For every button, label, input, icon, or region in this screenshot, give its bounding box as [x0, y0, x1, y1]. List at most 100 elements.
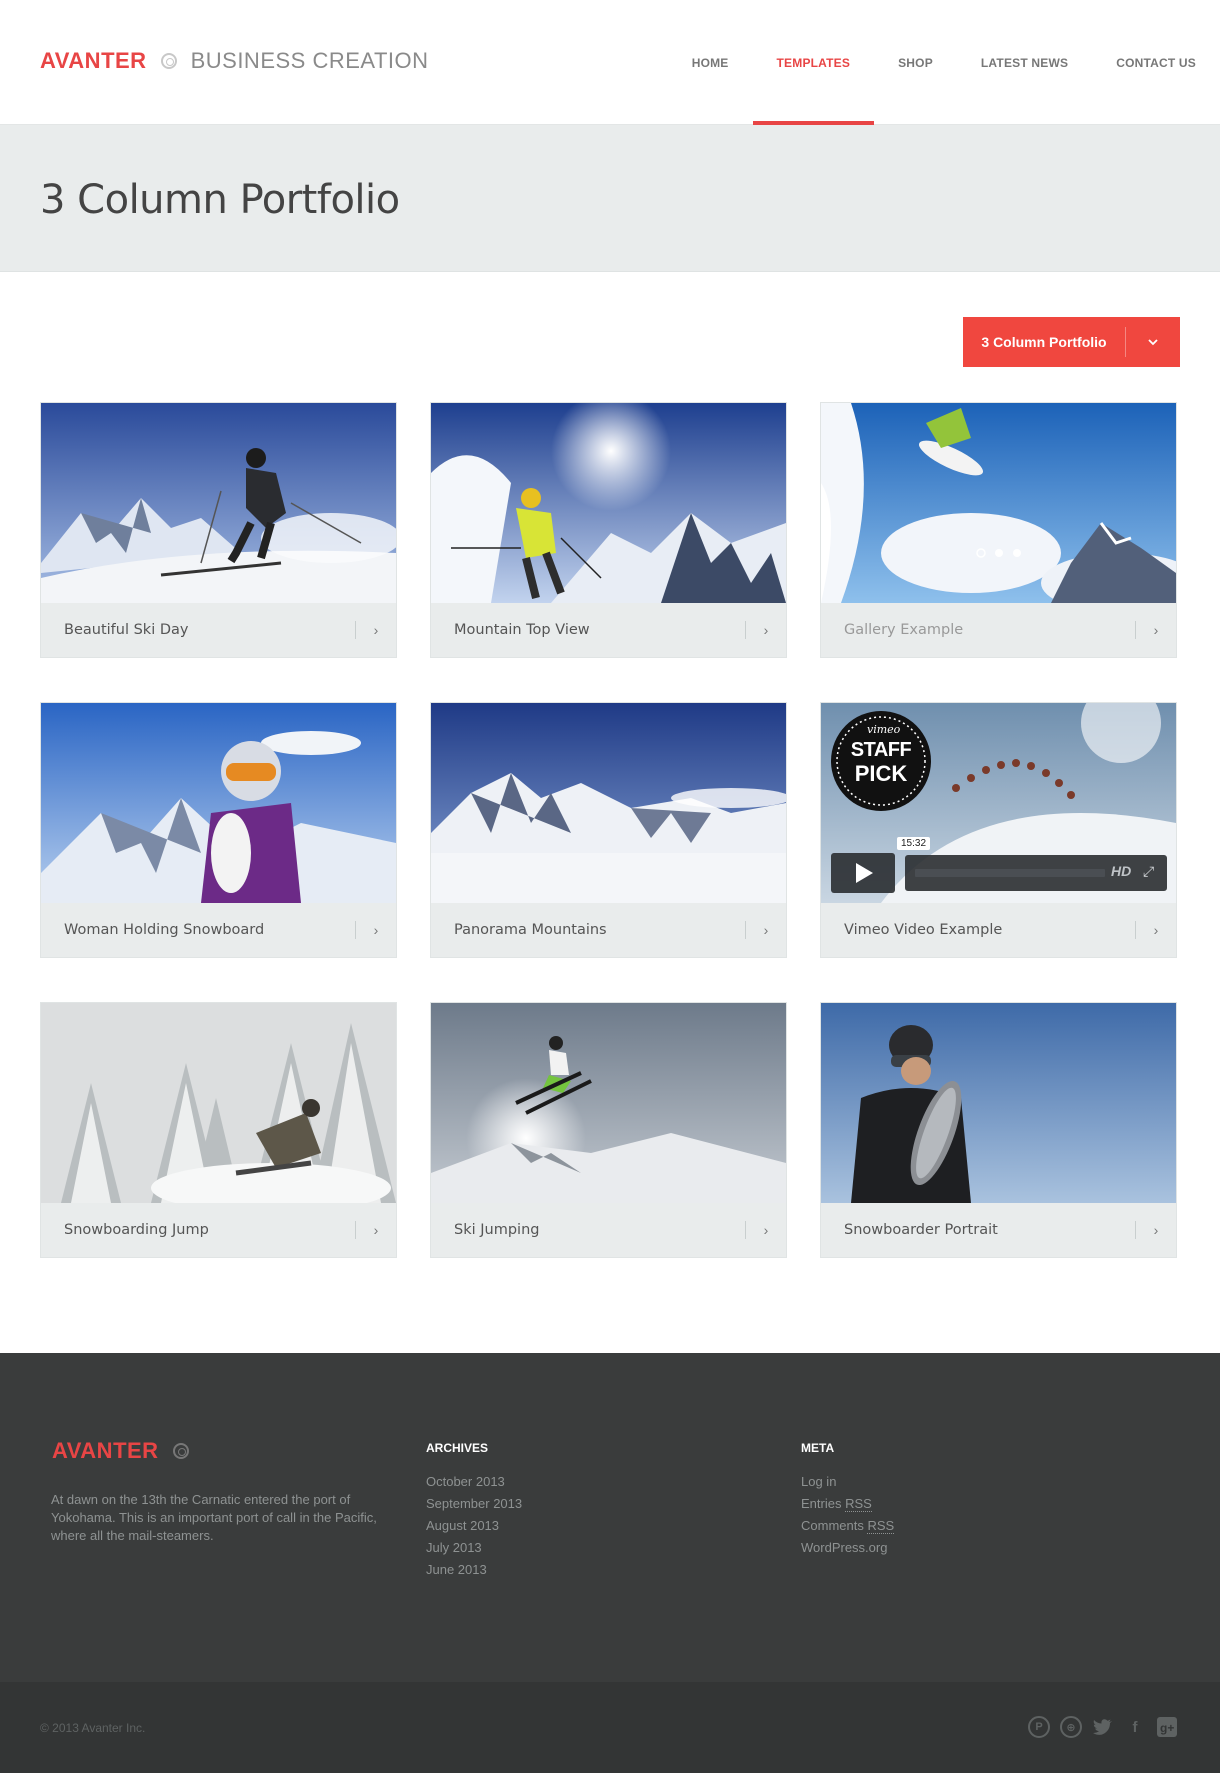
twitter-icon[interactable]	[1092, 1716, 1114, 1738]
portfolio-thumbnail[interactable]	[41, 703, 396, 903]
nav-contact-us[interactable]: CONTACT US	[1092, 0, 1220, 125]
portfolio-title[interactable]: Snowboarding Jump	[41, 1222, 355, 1238]
google-plus-icon[interactable]: g+	[1156, 1716, 1178, 1738]
meta-heading: META	[801, 1441, 835, 1455]
logo-tagline: BUSINESS CREATION	[190, 48, 429, 73]
meta-comments-rss-link[interactable]: Comments RSS	[801, 1515, 895, 1537]
entries-label: Entries	[801, 1496, 842, 1511]
meta-wordpress-link[interactable]: WordPress.org	[801, 1537, 894, 1559]
video-duration: 15:32	[897, 837, 931, 850]
meta-login-link[interactable]: Log in	[801, 1471, 894, 1493]
site-footer: AVANTER At dawn on the 13th the Carnatic…	[0, 1353, 1220, 1682]
dribbble-icon[interactable]: ⊕	[1060, 1716, 1082, 1738]
portfolio-item[interactable]: Beautiful Ski Day ›	[40, 402, 397, 658]
site-logo[interactable]: AVANTER BUSINESS CREATION	[40, 48, 429, 74]
portfolio-title[interactable]: Woman Holding Snowboard	[41, 922, 355, 938]
chevron-down-icon[interactable]	[1126, 317, 1180, 367]
logo-mark-icon	[172, 1443, 189, 1459]
staff-pick-line2: PICK	[854, 761, 908, 786]
play-icon[interactable]	[831, 853, 895, 893]
chevron-right-icon[interactable]: ›	[746, 622, 786, 638]
vimeo-video-player[interactable]: vimeo STAFF PICK 15:32 HD ⤢	[821, 703, 1176, 903]
portfolio-title[interactable]: Mountain Top View	[431, 622, 745, 638]
portfolio-caption: Woman Holding Snowboard ›	[41, 903, 396, 957]
portfolio-item[interactable]: Gallery Example ›	[820, 402, 1177, 658]
portfolio-caption: Snowboarding Jump ›	[41, 1203, 396, 1257]
footer-meta: META Log in Entries RSS Comments RSS Wor…	[801, 1441, 895, 1559]
portfolio-caption: Panorama Mountains ›	[431, 903, 786, 957]
archive-link[interactable]: October 2013	[426, 1471, 522, 1493]
portfolio-caption: Gallery Example ›	[821, 603, 1176, 657]
meta-entries-rss-link[interactable]: Entries RSS	[801, 1493, 894, 1515]
main-nav: HOME TEMPLATES SHOP LATEST NEWS CONTACT …	[668, 0, 1220, 126]
chevron-right-icon[interactable]: ›	[746, 1222, 786, 1238]
portfolio-title[interactable]: Vimeo Video Example	[821, 922, 1135, 938]
portfolio-caption: Vimeo Video Example ›	[821, 903, 1176, 957]
rss-abbr: RSS	[845, 1496, 872, 1512]
fullscreen-icon[interactable]: ⤢	[1143, 863, 1154, 880]
portfolio-caption: Mountain Top View ›	[431, 603, 786, 657]
nav-home[interactable]: HOME	[668, 0, 753, 125]
social-links: P ⊕ f g+	[1028, 1716, 1178, 1738]
pinterest-icon[interactable]: P	[1028, 1716, 1050, 1738]
portfolio-caption: Snowboarder Portrait ›	[821, 1203, 1176, 1257]
hd-toggle[interactable]: HD	[1111, 863, 1131, 879]
portfolio-thumbnail[interactable]	[41, 1003, 396, 1203]
archive-link[interactable]: August 2013	[426, 1515, 522, 1537]
archive-link[interactable]: July 2013	[426, 1537, 522, 1559]
video-progress-bar[interactable]	[915, 869, 1105, 877]
portfolio-title[interactable]: Snowboarder Portrait	[821, 1222, 1135, 1238]
nav-latest-news[interactable]: LATEST NEWS	[957, 0, 1092, 125]
chevron-right-icon[interactable]: ›	[356, 922, 396, 938]
chevron-right-icon[interactable]: ›	[1136, 1222, 1176, 1238]
copyright-text: © 2013 Avanter Inc.	[40, 1721, 146, 1735]
nav-templates[interactable]: TEMPLATES	[752, 0, 875, 126]
comments-label: Comments	[801, 1518, 864, 1533]
portfolio-thumbnail[interactable]	[431, 1003, 786, 1203]
page-title: 3 Column Portfolio	[40, 177, 400, 223]
portfolio-thumbnail[interactable]	[821, 1003, 1176, 1203]
portfolio-title[interactable]: Ski Jumping	[431, 1222, 745, 1238]
nav-shop[interactable]: SHOP	[874, 0, 957, 125]
portfolio-item[interactable]: vimeo STAFF PICK 15:32 HD ⤢ Vimeo Video …	[820, 702, 1177, 958]
logo-mark-icon	[160, 53, 177, 69]
portfolio-item[interactable]: Mountain Top View ›	[430, 402, 787, 658]
portfolio-item[interactable]: Woman Holding Snowboard ›	[40, 702, 397, 958]
portfolio-title[interactable]: Panorama Mountains	[431, 922, 745, 938]
filter-label: 3 Column Portfolio	[981, 334, 1107, 350]
vimeo-badge-brand: vimeo	[867, 723, 901, 736]
chevron-right-icon[interactable]: ›	[746, 922, 786, 938]
portfolio-item[interactable]: Ski Jumping ›	[430, 1002, 787, 1258]
footer-logo-wordmark: AVANTER	[52, 1438, 159, 1463]
portfolio-thumbnail[interactable]	[431, 403, 786, 603]
portfolio-filter-dropdown[interactable]: 3 Column Portfolio	[963, 317, 1180, 367]
logo-wordmark: AVANTER	[40, 48, 147, 73]
footer-logo[interactable]: AVANTER	[52, 1438, 203, 1464]
staff-pick-line1: STAFF	[850, 739, 912, 761]
portfolio-item[interactable]: Snowboarding Jump ›	[40, 1002, 397, 1258]
sub-footer: © 2013 Avanter Inc. P ⊕ f g+	[0, 1682, 1220, 1773]
footer-archives: ARCHIVES October 2013 September 2013 Aug…	[426, 1441, 522, 1581]
portfolio-title[interactable]: Gallery Example	[821, 622, 1135, 638]
site-header: AVANTER BUSINESS CREATION HOME TEMPLATES…	[0, 0, 1220, 126]
chevron-right-icon[interactable]: ›	[356, 1222, 396, 1238]
footer-about-text: At dawn on the 13th the Carnatic entered…	[51, 1492, 377, 1543]
chevron-right-icon[interactable]: ›	[1136, 922, 1176, 938]
chevron-right-icon[interactable]: ›	[1136, 622, 1176, 638]
gallery-slider[interactable]	[821, 403, 1176, 603]
portfolio-item[interactable]: Snowboarder Portrait ›	[820, 1002, 1177, 1258]
svg-text:g+: g+	[1160, 1721, 1174, 1735]
portfolio-item[interactable]: Panorama Mountains ›	[430, 702, 787, 958]
facebook-icon[interactable]: f	[1124, 1716, 1146, 1738]
chevron-right-icon[interactable]: ›	[356, 622, 396, 638]
archive-link[interactable]: June 2013	[426, 1559, 522, 1581]
portfolio-thumbnail[interactable]	[41, 403, 396, 603]
portfolio-title[interactable]: Beautiful Ski Day	[41, 622, 355, 638]
portfolio-caption: Ski Jumping ›	[431, 1203, 786, 1257]
rss-abbr: RSS	[867, 1518, 895, 1534]
portfolio-thumbnail[interactable]	[431, 703, 786, 903]
archive-link[interactable]: September 2013	[426, 1493, 522, 1515]
portfolio-caption: Beautiful Ski Day ›	[41, 603, 396, 657]
archives-heading: ARCHIVES	[426, 1441, 489, 1455]
page-title-band: 3 Column Portfolio	[0, 125, 1220, 272]
